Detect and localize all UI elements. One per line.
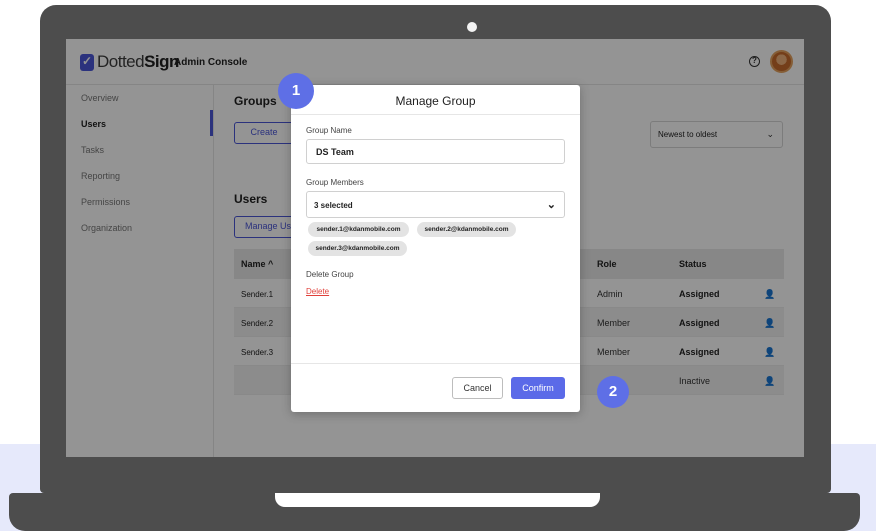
group-members-dropdown[interactable]: 3 selected ⌄	[306, 191, 565, 218]
members-selected-value: 3 selected	[314, 201, 353, 210]
step-one-callout: 1	[278, 73, 314, 109]
group-members-label: Group Members	[306, 178, 364, 187]
divider	[291, 114, 580, 115]
group-name-label: Group Name	[306, 126, 352, 135]
dialog-title: Manage Group	[395, 94, 476, 108]
delete-group-label: Delete Group	[306, 270, 354, 279]
cancel-button[interactable]: Cancel	[452, 377, 503, 399]
divider	[291, 363, 580, 364]
step-two-callout: 2	[597, 376, 629, 408]
group-name-input[interactable]: DS Team	[306, 139, 565, 164]
camera-icon	[467, 22, 477, 32]
member-chip[interactable]: sender.1@kdanmobile.com	[308, 222, 409, 237]
manage-group-dialog: Manage Group Group Name DS Team Group Me…	[291, 85, 580, 412]
tutorial-illustration: DottedSign Admin Console ? Overview User…	[0, 0, 876, 531]
confirm-button[interactable]: Confirm	[511, 377, 565, 399]
delete-group-link[interactable]: Delete	[306, 287, 329, 296]
member-chip[interactable]: sender.3@kdanmobile.com	[308, 241, 407, 256]
laptop-notch	[275, 493, 600, 507]
chevron-down-icon: ⌄	[546, 199, 556, 211]
member-chip[interactable]: sender.2@kdanmobile.com	[417, 222, 516, 237]
